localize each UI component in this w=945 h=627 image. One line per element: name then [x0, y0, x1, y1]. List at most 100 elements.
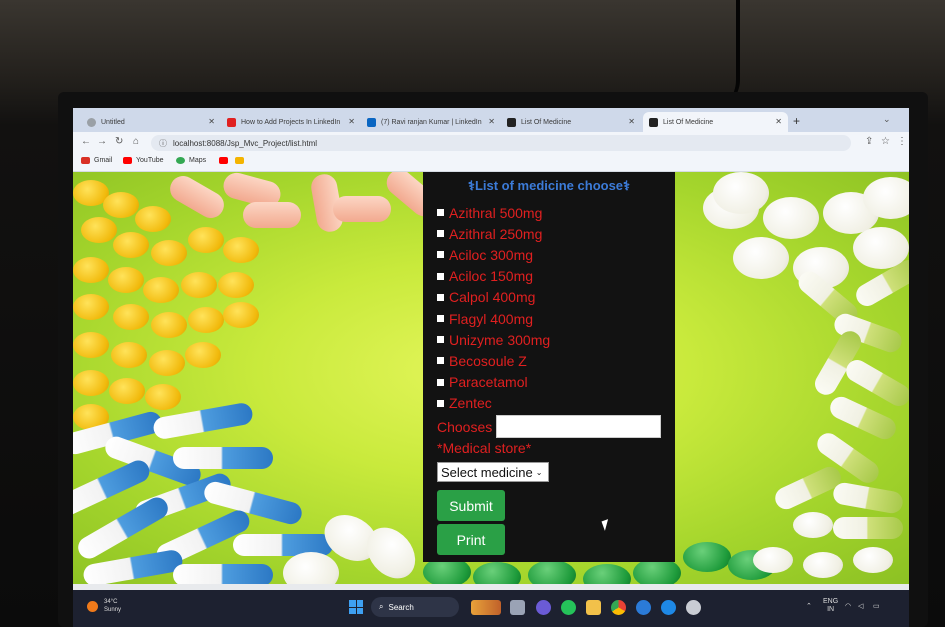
- medicine-option[interactable]: Aciloc 300mg: [437, 244, 550, 265]
- url-text: localhost:8088/Jsp_Mvc_Project/list.html: [173, 138, 318, 148]
- pill: [73, 332, 109, 358]
- pill: [109, 378, 145, 404]
- submit-button[interactable]: Submit: [437, 490, 505, 521]
- star-icon[interactable]: ☆: [881, 136, 890, 147]
- checkbox[interactable]: [437, 357, 444, 365]
- medicine-label: Azithral 250mg: [449, 225, 543, 242]
- pill: [113, 232, 149, 258]
- pill: [283, 552, 339, 584]
- medicine-option[interactable]: Aciloc 150mg: [437, 266, 550, 287]
- taskbar-search[interactable]: ⌕ Search: [371, 597, 459, 617]
- medicine-label: Calpol 400mg: [449, 289, 536, 306]
- close-icon[interactable]: ✕: [775, 117, 782, 126]
- reload-icon[interactable]: ↻: [115, 136, 123, 147]
- task-view-icon[interactable]: [510, 600, 525, 615]
- medicine-option[interactable]: Paracetamol: [437, 372, 550, 393]
- whatsapp-icon[interactable]: [561, 600, 576, 615]
- medicine-option[interactable]: Flagyl 400mg: [437, 308, 550, 329]
- close-icon[interactable]: ✕: [208, 117, 215, 126]
- language-indicator[interactable]: ENG IN: [823, 598, 838, 614]
- edge-icon[interactable]: [636, 600, 651, 615]
- bookmark-maps[interactable]: Maps: [176, 157, 206, 164]
- youtube-icon: [123, 157, 132, 164]
- tab-linkedin-howto[interactable]: How to Add Projects In LinkedIn ✕: [221, 112, 361, 132]
- pill: [583, 564, 631, 584]
- globe-icon: [87, 117, 96, 127]
- vscode-icon[interactable]: [661, 600, 676, 615]
- medicine-form: ⚕List of medicine choose⚕ Azithral 500mg…: [423, 172, 675, 562]
- checkbox[interactable]: [437, 251, 444, 259]
- close-icon[interactable]: ✕: [628, 117, 635, 126]
- capsule: [831, 481, 905, 515]
- chrome-icon[interactable]: [611, 600, 626, 615]
- pill: [188, 227, 224, 253]
- pill: [853, 547, 893, 573]
- checkbox[interactable]: [437, 230, 444, 238]
- address-bar[interactable]: ⓘ localhost:8088/Jsp_Mvc_Project/list.ht…: [151, 135, 851, 151]
- weather-widget[interactable]: 34°C Sunny: [87, 598, 121, 614]
- widget-icon[interactable]: [471, 600, 501, 615]
- forward-icon[interactable]: →: [97, 136, 107, 147]
- drive-icon: [235, 157, 244, 164]
- checkbox[interactable]: [437, 293, 444, 301]
- teams-icon[interactable]: [536, 600, 551, 615]
- bookmark-youtube[interactable]: YouTube: [123, 157, 164, 164]
- form-title: ⚕List of medicine choose⚕: [467, 178, 631, 193]
- windows-start-icon[interactable]: [349, 600, 363, 614]
- pill: [181, 272, 217, 298]
- checkbox[interactable]: [437, 399, 444, 407]
- pill: [143, 277, 179, 303]
- tab-linkedin-profile[interactable]: (7) Ravi ranjan Kumar | LinkedIn ✕: [361, 112, 501, 132]
- close-icon[interactable]: ✕: [348, 117, 355, 126]
- checkbox[interactable]: [437, 378, 444, 386]
- tab-list-of-medicine-1[interactable]: List Of Medicine ✕: [501, 112, 641, 132]
- medicine-option[interactable]: Azithral 500mg: [437, 202, 550, 223]
- wifi-icon[interactable]: ◠: [845, 602, 851, 610]
- medicine-label: Unizyme 300mg: [449, 331, 551, 348]
- pill: [149, 350, 185, 376]
- bookmark-gmail[interactable]: Gmail: [81, 157, 112, 164]
- new-tab-icon[interactable]: +: [793, 114, 800, 128]
- chevron-down-icon[interactable]: ⌄: [883, 114, 891, 125]
- medicine-option[interactable]: Calpol 400mg: [437, 287, 550, 308]
- medicine-option[interactable]: Azithral 250mg: [437, 223, 550, 244]
- tab-list-of-medicine-2[interactable]: List Of Medicine ✕: [643, 112, 788, 132]
- medicine-option[interactable]: Unizyme 300mg: [437, 329, 550, 350]
- medicine-option[interactable]: Zentec: [437, 393, 550, 414]
- checkbox[interactable]: [437, 272, 444, 280]
- bookmark-drive[interactable]: [235, 157, 248, 164]
- checkbox[interactable]: [437, 315, 444, 323]
- close-icon[interactable]: ✕: [488, 117, 495, 126]
- tab-untitled[interactable]: Untitled ✕: [81, 112, 221, 132]
- battery-icon[interactable]: ▭: [873, 602, 880, 610]
- pill: [333, 196, 391, 222]
- file-explorer-icon[interactable]: [586, 600, 601, 615]
- pill: [188, 307, 224, 333]
- menu-icon[interactable]: ⋮: [897, 136, 907, 147]
- pill: [185, 342, 221, 368]
- pill: [165, 172, 229, 223]
- settings-gear-icon[interactable]: [686, 600, 701, 615]
- pill: [753, 547, 793, 573]
- volume-icon[interactable]: ◁: [858, 602, 863, 610]
- capsule: [833, 517, 903, 539]
- print-button[interactable]: Print: [437, 524, 505, 555]
- screen: Untitled ✕ How to Add Projects In Linked…: [73, 108, 909, 627]
- chevron-up-icon[interactable]: ⌃: [806, 602, 812, 610]
- share-icon[interactable]: ⇪: [865, 136, 873, 147]
- checkbox[interactable]: [437, 209, 444, 217]
- page-background: ⚕List of medicine choose⚕ Azithral 500mg…: [73, 172, 909, 584]
- pill: [223, 237, 259, 263]
- back-icon[interactable]: ←: [81, 136, 91, 147]
- pill: [793, 512, 833, 538]
- tab-label: List Of Medicine: [521, 118, 572, 126]
- home-icon[interactable]: ⌂: [133, 136, 139, 147]
- temperature: 34°C: [104, 599, 118, 605]
- bookmark-youtube-2[interactable]: [219, 157, 232, 164]
- tab-label: (7) Ravi ranjan Kumar | LinkedIn: [381, 118, 482, 126]
- medicine-option[interactable]: Becosoule Z: [437, 350, 550, 371]
- checkbox[interactable]: [437, 336, 444, 344]
- pill: [803, 552, 843, 578]
- medicine-select[interactable]: Select medicine ⌄: [437, 462, 549, 482]
- chooses-input[interactable]: [496, 415, 662, 438]
